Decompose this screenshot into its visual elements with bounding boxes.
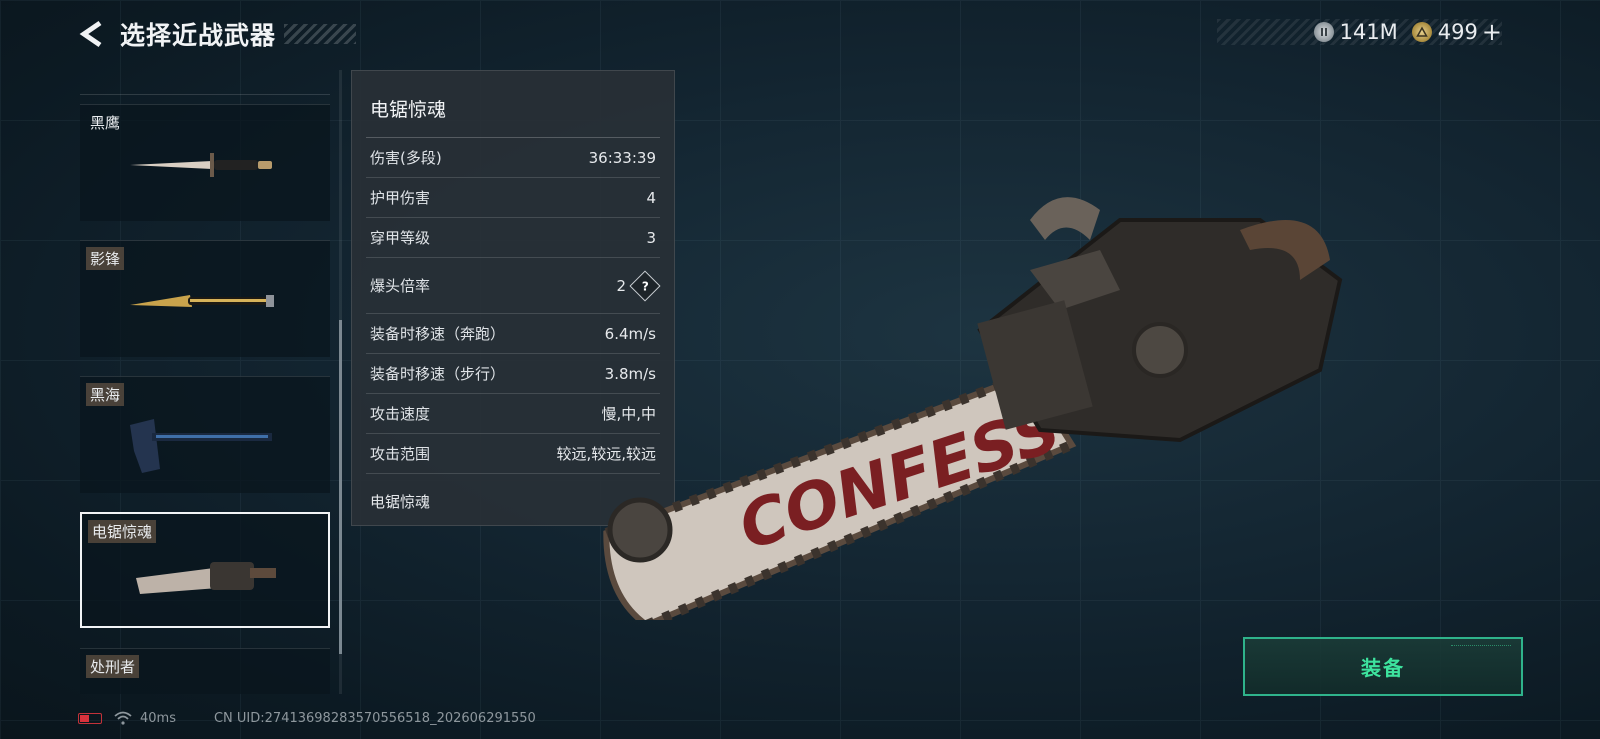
stat-label: 攻击范围 [370, 445, 431, 463]
weapon-card-name: 黑海 [86, 383, 125, 406]
stat-label: 伤害(多段) [370, 149, 442, 167]
currency-gold: 499 + [1411, 18, 1502, 46]
equip-button-decoration [1451, 645, 1511, 650]
battery-icon [78, 712, 102, 724]
tomahawk-icon [130, 419, 272, 473]
currency-silver-value: 141M [1339, 20, 1398, 44]
list-top-stub [80, 70, 330, 95]
weapon-description: 电锯惊魂 [370, 493, 431, 511]
wifi-icon [114, 711, 132, 725]
currency-silver: 141M [1313, 20, 1398, 44]
weapon-card-heihai[interactable]: 黑海 [80, 376, 330, 493]
stat-label: 装备时移速（奔跑） [370, 325, 506, 343]
back-arrow-icon [79, 20, 102, 48]
silver-coin-icon [1313, 22, 1334, 42]
status-bar: 40ms CN UID:27413698283570556518_2026062… [78, 709, 536, 727]
weapon-card-name: 电锯惊魂 [88, 520, 157, 543]
title-decoration [284, 24, 357, 44]
stat-label: 攻击速度 [370, 405, 431, 423]
stat-label: 装备时移速（步行） [370, 365, 506, 383]
weapon-card-heiying[interactable]: 黑鹰 [80, 104, 330, 221]
stat-label: 爆头倍率 [370, 277, 431, 295]
stat-label: 护甲伤害 [370, 189, 431, 207]
currency-gold-value: 499 [1437, 20, 1478, 44]
add-currency-button[interactable]: + [1482, 18, 1502, 46]
weapon-card-dianjujinghun[interactable]: 电锯惊魂 [80, 512, 330, 628]
scrollbar-thumb[interactable] [339, 320, 342, 654]
knife-icon [130, 153, 272, 177]
equip-button-label: 装备 [1361, 656, 1405, 680]
gold-triangle-coin-icon [1411, 22, 1432, 42]
weapon-card-yingfeng[interactable]: 影锋 [80, 240, 330, 357]
list-scrollbar[interactable] [339, 70, 342, 694]
stat-label: 穿甲等级 [370, 229, 431, 247]
ping-value: 40ms [140, 710, 176, 726]
chainsaw-thumbnail-icon [136, 562, 276, 594]
chainsaw-model[interactable]: CONFESS [560, 180, 1380, 620]
weapon-card-name: 处刑者 [86, 655, 140, 678]
butterfly-knife-icon [130, 295, 274, 307]
stat-row-damage: 伤害(多段) 36:33:39 [366, 138, 660, 178]
weapon-card-name: 黑鹰 [90, 114, 121, 132]
user-uid: CN UID:27413698283570556518_202606291550 [213, 710, 536, 726]
weapon-card-name: 影锋 [86, 247, 125, 270]
weapon-list[interactable]: 黑鹰 影锋 黑海 电锯惊魂 处刑者 [80, 70, 330, 694]
top-bar: 选择近战武器 [76, 16, 357, 52]
back-button[interactable] [76, 19, 106, 49]
currency-bar: 141M 499 + [1217, 18, 1502, 46]
weapon-card-chuxingzhe[interactable]: 处刑者 [80, 648, 330, 694]
equip-button[interactable]: 装备 [1243, 637, 1523, 696]
weapon-name: 电锯惊魂 [370, 99, 447, 121]
stat-value: 36:33:39 [588, 148, 656, 167]
page-title: 选择近战武器 [120, 21, 277, 50]
